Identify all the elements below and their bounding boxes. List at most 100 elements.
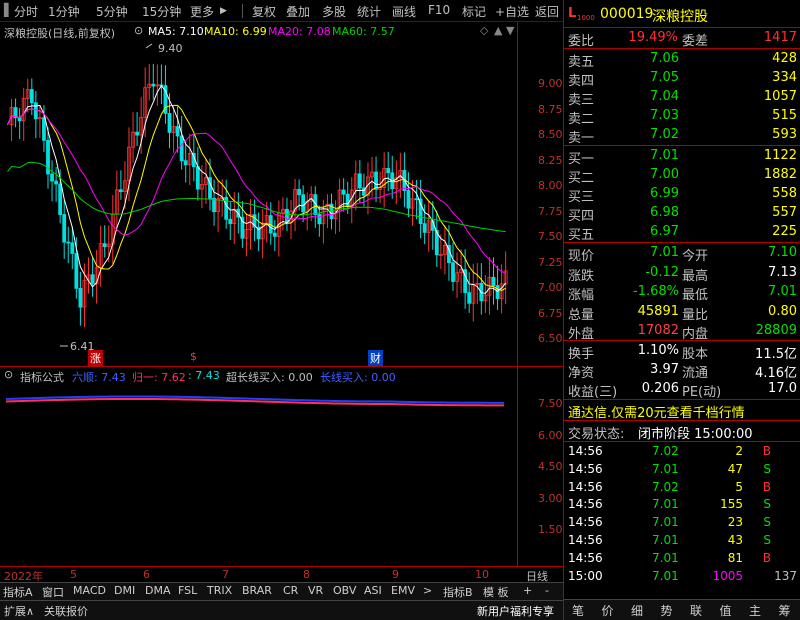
chart-nav-icon[interactable]: ◇ [480,24,488,37]
tab-window[interactable]: 窗口 [42,584,64,600]
stat-value: 7.01 [768,284,797,299]
tick-price: 7.01 [652,533,679,547]
indicator-chart[interactable]: ⊙ 指标公式 六顺: 7.43 归一: 7.62 : 7.43 超长线买入: 0… [0,366,517,566]
candlestick-chart[interactable]: 深粮控股(日线,前复权) ⊙ MA5: 7.10 MA10: 6.99 MA20… [0,22,517,366]
ask-row[interactable]: 卖四 7.05 334 [564,69,800,89]
ad-row[interactable]: 通达信.仅需20元查看千档行情 [564,401,800,421]
bid-volume: 557 [772,205,797,220]
price-tick-label: 8.75 [538,102,563,116]
btn-multi[interactable]: 多股 [322,3,346,20]
level-sub-icon: 1000 [577,14,595,22]
expand-button[interactable]: 扩展∧ [4,603,34,619]
tab-obv[interactable]: OBV [333,584,356,597]
tab-macd[interactable]: MACD [73,584,106,597]
indicator-settings-icon[interactable]: ⊙ [4,368,13,381]
new-user-promo[interactable]: 新用户福利专享 [477,603,554,619]
tab-next-arrow[interactable]: > [423,584,432,597]
bid-label: 买三 [568,190,595,205]
tick-volume: 43 [727,533,743,547]
ask-row[interactable]: 卖一 7.02 593 [564,126,800,146]
bid-row[interactable]: 买三 6.99 558 [564,185,800,205]
price-tick-label: 7.75 [538,204,563,218]
tab-intraday[interactable]: 分时 [14,3,38,20]
stock-name: 深粮控股 [652,9,708,25]
ask-row[interactable]: 卖五 7.06 428 [564,50,800,70]
weibi-label: 委比 [568,34,595,49]
tick-row: 14:56 7.02 5 B [564,479,800,497]
tab-emv[interactable]: EMV [391,584,415,597]
ma-settings-icon[interactable]: ⊙ [134,24,143,37]
tab-dma[interactable]: DMA [145,584,171,597]
bid-row[interactable]: 买四 6.98 557 [564,204,800,224]
tab-indicator-a[interactable]: 指标A [3,584,33,600]
tab-vr[interactable]: VR [308,584,323,597]
panel-tab[interactable]: 细 [631,602,643,619]
stat2-row: 收益(三) 0.206 PE(动) 17.0 [564,380,800,400]
bid-row[interactable]: 买二 7.00 1882 [564,166,800,186]
more-arrow-icon[interactable]: ▶ [220,6,227,16]
btn-overlay[interactable]: 叠加 [286,3,310,20]
btn-back[interactable]: 返回 [535,3,559,20]
tab-brar[interactable]: BRAR [242,584,272,597]
panel-tab[interactable]: 价 [602,602,614,619]
candle-body [29,89,34,104]
stat2-label: PE(动) [682,385,722,400]
panel-tab[interactable]: 联 [690,602,702,619]
tab-indicator-b[interactable]: 指标B [443,584,473,600]
event-badge-limit[interactable]: 涨 [88,350,103,366]
bid-row[interactable]: 买五 6.97 225 [564,223,800,243]
candle-body [195,166,200,190]
tick-direction: B [762,550,771,565]
stat2-row: 换手 1.10% 股本 11.5亿 [564,342,800,362]
tick-price: 7.01 [652,515,679,530]
btn-stats[interactable]: 统计 [357,3,381,20]
ask-row[interactable]: 卖三 7.04 1057 [564,88,800,108]
tab-zoom-in[interactable]: + [523,584,532,597]
candle-body [451,262,455,282]
candle-body [78,287,83,308]
stat2-label: 净资 [568,366,595,381]
related-quotes-button[interactable]: 关联报价 [44,603,88,619]
tab-15min[interactable]: 15分钟 [142,3,181,20]
ask-row[interactable]: 卖二 7.03 515 [564,107,800,127]
btn-adjust[interactable]: 复权 [252,3,276,20]
chart-up-icon[interactable]: ▲ [494,24,502,37]
event-badge-dividend[interactable]: $ [190,350,197,363]
tick-direction: S [763,497,771,512]
tab-zoom-out[interactable]: - [545,584,549,597]
tab-1min[interactable]: 1分钟 [48,3,80,20]
candle-body [341,189,346,195]
tab-template[interactable]: 模 板 [483,584,509,600]
event-badge-finance[interactable]: 财 [368,350,383,366]
stat2-label: 股本 [682,347,709,362]
panel-tab[interactable]: 值 [720,602,732,619]
tick-time: 14:56 [568,461,603,476]
menu-icon[interactable]: ▌ [4,3,13,17]
chart-down-icon[interactable]: ▼ [506,24,514,37]
candle-body [90,274,95,285]
panel-tab[interactable]: 笔 [572,602,584,619]
tab-dmi[interactable]: DMI [114,584,135,597]
ask-price: 7.03 [650,108,679,123]
price-tick-label: 9.00 [538,77,563,90]
tab-asi[interactable]: ASI [364,584,382,597]
tab-more[interactable]: 更多 [190,3,214,20]
btn-f10[interactable]: F10 [428,3,450,17]
btn-mark[interactable]: 标记 [462,3,486,20]
btn-add-watchlist[interactable]: +自选 [495,3,529,20]
panel-tab[interactable]: 势 [661,602,673,619]
tab-trix[interactable]: TRIX [207,584,232,597]
indicator-tick-label: 7.50 [538,397,563,410]
btn-draw[interactable]: 画线 [392,3,416,20]
panel-tab[interactable]: 筹 [779,602,791,619]
ad-text[interactable]: 通达信.仅需20元查看千档行情 [568,402,745,421]
bid-row[interactable]: 买一 7.01 1122 [564,147,800,167]
candle-body [212,197,216,213]
tab-fsl[interactable]: FSL [178,584,197,597]
ask-volume: 1057 [763,89,797,104]
price-tick-label: 6.50 [538,332,563,345]
price-tick-label: 6.75 [538,306,563,320]
tab-cr[interactable]: CR [283,584,298,597]
panel-tab[interactable]: 主 [749,602,761,619]
tab-5min[interactable]: 5分钟 [96,3,128,20]
